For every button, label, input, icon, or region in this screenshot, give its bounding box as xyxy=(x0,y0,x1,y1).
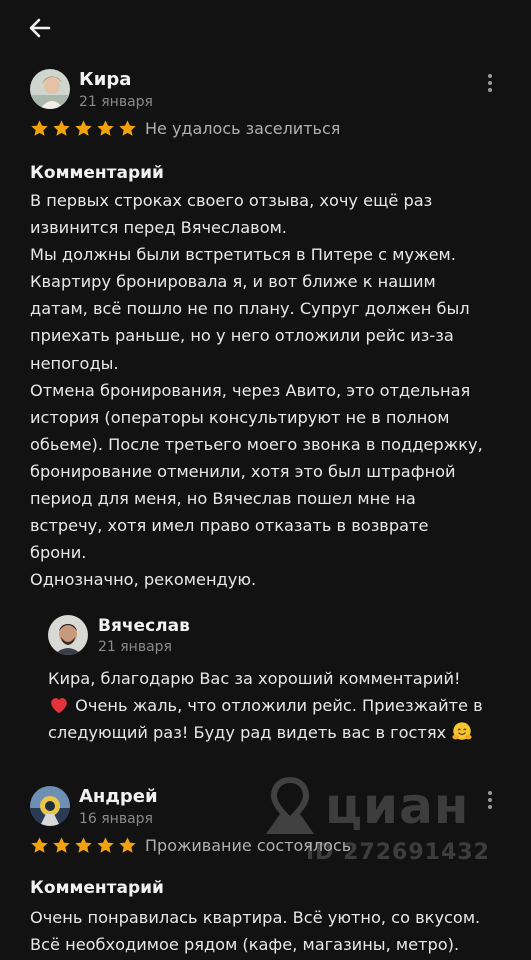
review-card: Кира 21 января Не удалось заселиться Ком… xyxy=(30,69,505,589)
reply-date: 21 января xyxy=(98,639,172,655)
reply-author[interactable]: Вячеслав xyxy=(98,615,190,637)
comment-text: Очень понравилась квартира. Всё уютно, с… xyxy=(30,908,481,955)
star-rating xyxy=(30,836,140,855)
avatar[interactable] xyxy=(30,786,70,826)
reply-line-3: следующий раз! Буду рад видеть вас в гос… xyxy=(48,719,513,746)
hugging-face-emoji xyxy=(451,721,473,743)
reply-text: Кира, благодарю Вас за хороший комментар… xyxy=(48,665,513,747)
comment-text: В первых строках своего отзыва, хочу ещё… xyxy=(30,191,483,590)
back-arrow-icon[interactable] xyxy=(26,14,54,42)
star-icon xyxy=(30,836,49,855)
stay-status: Не удалось заселиться xyxy=(145,118,341,138)
review-date: 21 января xyxy=(79,94,153,110)
heart-emoji xyxy=(48,694,70,716)
top-bar xyxy=(0,0,531,56)
avatar[interactable] xyxy=(48,615,88,655)
star-icon xyxy=(96,836,115,855)
more-options-icon[interactable] xyxy=(485,788,495,812)
star-icon xyxy=(118,119,137,138)
reply-line-2: Очень жаль, что отложили рейс. Приезжайт… xyxy=(48,692,513,719)
review-date: 16 января xyxy=(79,811,153,827)
review-author[interactable]: Кира xyxy=(79,69,131,91)
owner-reply: Вячеслав 21 января Кира, благодарю Вас з… xyxy=(48,615,518,755)
star-icon xyxy=(52,119,71,138)
star-icon xyxy=(118,836,137,855)
rating-row: Проживание состоялось xyxy=(30,833,351,857)
star-icon xyxy=(52,836,71,855)
comment-title: Комментарий xyxy=(30,878,164,898)
reply-line-text: следующий раз! Буду рад видеть вас в гос… xyxy=(48,723,447,743)
star-icon xyxy=(74,119,93,138)
reply-line: Кира, благодарю Вас за хороший комментар… xyxy=(48,669,461,688)
star-icon xyxy=(96,119,115,138)
star-icon xyxy=(74,836,93,855)
stay-status: Проживание состоялось xyxy=(145,835,352,855)
star-rating xyxy=(30,119,140,138)
comment-title: Комментарий xyxy=(30,163,164,183)
avatar[interactable] xyxy=(30,69,70,109)
star-icon xyxy=(30,119,49,138)
review-card: Андрей 16 января Проживание состоялось К… xyxy=(30,786,505,960)
review-author[interactable]: Андрей xyxy=(79,786,158,808)
rating-row: Не удалось заселиться xyxy=(30,116,340,140)
reply-line-text: Очень жаль, что отложили рейс. Приезжайт… xyxy=(75,696,483,716)
more-options-icon[interactable] xyxy=(485,71,495,95)
